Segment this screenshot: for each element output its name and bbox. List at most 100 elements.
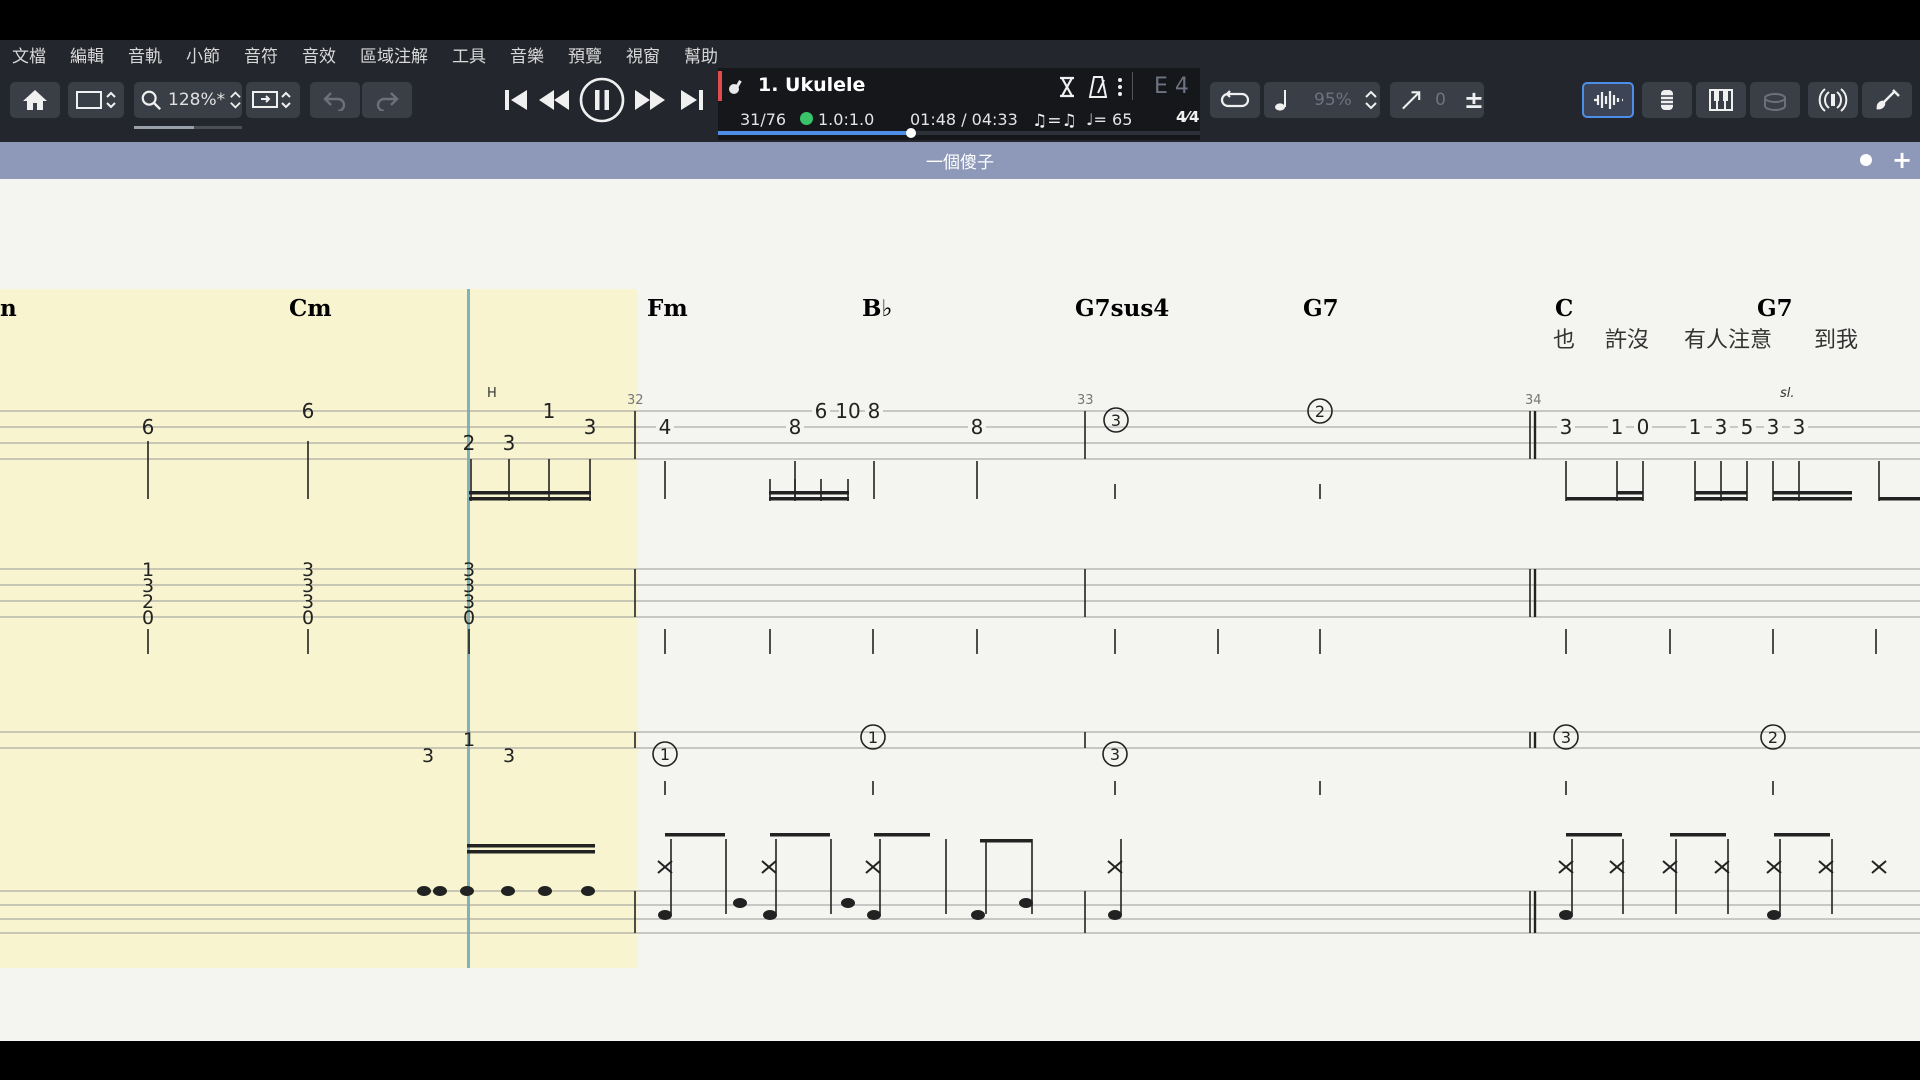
menu-music[interactable]: 音樂 [510,42,544,67]
lyric: 也 [1553,328,1575,353]
menu-note[interactable]: 音符 [244,42,278,67]
app-window: 文檔 編輯 音軌 小節 音符 音效 區域注解 工具 音樂 預覽 視窗 幫助 12… [0,0,1920,1080]
menu-window[interactable]: 視窗 [626,42,660,67]
track-info-panel[interactable]: 1. Ukulele E 4 31/76 1.0:1.0 01:48 / 04:… [718,68,1200,140]
string-number: 3 [1561,728,1571,747]
pitch-control[interactable]: 0 ± [1390,82,1484,118]
menu-tools[interactable]: 工具 [452,42,486,67]
string-number: 3 [1110,745,1120,764]
piano-icon [1709,89,1733,111]
fret-number: 3 [422,745,434,767]
screen-mode-button[interactable] [246,82,300,118]
plus-minus-icon[interactable]: ± [1464,88,1484,112]
drum-x-note [657,860,673,874]
metronome-icon[interactable] [1088,75,1108,99]
note-beam [770,833,830,837]
drum-note [1559,910,1573,920]
fret-number: 8 [868,399,881,423]
zoom-control[interactable]: 128%* [134,82,242,118]
string-number: 1 [660,745,670,764]
add-button[interactable]: + [1892,146,1912,174]
rewind-button[interactable] [534,82,574,118]
track-name: 1. Ukulele [758,74,866,96]
bar-position: 31/76 [740,110,787,129]
speed-stepper-icon [1365,90,1377,110]
hourglass-icon[interactable] [1058,76,1076,98]
drum-x-note [761,860,777,874]
fret-number: 1 [543,399,556,423]
menu-help[interactable]: 幫助 [684,42,718,67]
menu-annotations[interactable]: 區域注解 [360,42,428,67]
skip-end-button[interactable] [672,82,712,118]
track-color-marker [718,71,722,101]
progress-knob[interactable] [905,128,916,138]
menu-track[interactable]: 音軌 [128,42,162,67]
menu-file[interactable]: 文檔 [12,42,46,67]
string-number: 1 [868,728,878,747]
pause-icon [579,77,625,123]
time-sig-icon: 4⁄4 [1176,108,1200,126]
playback-progress-bar[interactable] [718,131,1200,135]
speed-control[interactable]: 95% [1264,82,1380,118]
fret-number: 8 [789,415,802,439]
menu-edit[interactable]: 編輯 [70,42,104,67]
drum-x-note [1107,860,1123,874]
note-icon [1275,90,1286,111]
status-dot[interactable] [1860,154,1872,166]
drum-icon [1764,93,1786,111]
string-number: 3 [1111,411,1121,430]
chord-name: G7 [1303,295,1339,322]
fret-number: 0 [142,607,154,629]
fret-number: 2 [463,431,476,455]
hammer-on-mark: H [487,386,497,401]
pitch-value: 0 [1435,90,1446,110]
fret-number: 1 [463,729,475,751]
undo-button[interactable] [310,82,360,118]
guitar-button[interactable] [1862,82,1912,118]
fast-forward-button[interactable] [630,82,670,118]
note-beam [1774,833,1830,837]
skip-start-button[interactable] [496,82,536,118]
zoom-slider[interactable] [134,126,242,129]
drum-note [417,886,431,896]
string-number: 2 [1315,402,1325,421]
skip-start-icon [505,90,527,110]
play-pause-button[interactable] [578,76,626,124]
broadcast-icon [1818,88,1848,112]
layout-button[interactable] [68,82,124,118]
piano-button[interactable] [1696,82,1746,118]
note-beam [874,833,930,837]
drum-note [841,898,855,908]
home-button[interactable] [10,82,60,118]
mixer-icon [1661,90,1673,110]
menu-effects[interactable]: 音效 [302,42,336,67]
menu-view[interactable]: 預覽 [568,42,602,67]
more-icon[interactable] [1116,76,1124,98]
note-beam [1617,491,1643,495]
score-title-strip: 一個傻子 + [0,142,1920,179]
menu-bar-measure[interactable]: 小節 [186,42,220,67]
zoom-icon [141,90,162,111]
fret-number: 6 [142,415,155,439]
drum-note [763,910,777,920]
note-beam [467,850,595,854]
fret-number: 3 [1560,415,1573,439]
drum-button[interactable] [1750,82,1800,118]
mixer-button[interactable] [1642,82,1692,118]
loop-button[interactable] [1210,82,1260,118]
chord-name: G7sus4 [1075,295,1169,322]
status-bar [0,1041,1920,1080]
tempo-value: ♩= 65 [1086,110,1133,129]
redo-button[interactable] [362,82,412,118]
slide-mark: sl. [1780,386,1795,401]
note-beam [1773,497,1852,501]
fret-number: 3 [1793,415,1806,439]
drum-x-note [865,860,881,874]
note-beam [980,839,1032,843]
fret-number: 4 [659,415,672,439]
note-beam [1695,491,1747,495]
score-canvas[interactable]: n Cm Fm B♭ G7sus4 G7 C G7 也 許沒 有人注意 到我 3… [0,179,1920,1041]
sound-button[interactable] [1582,82,1634,118]
broadcast-button[interactable] [1808,82,1858,118]
chord-name: B♭ [862,295,892,322]
